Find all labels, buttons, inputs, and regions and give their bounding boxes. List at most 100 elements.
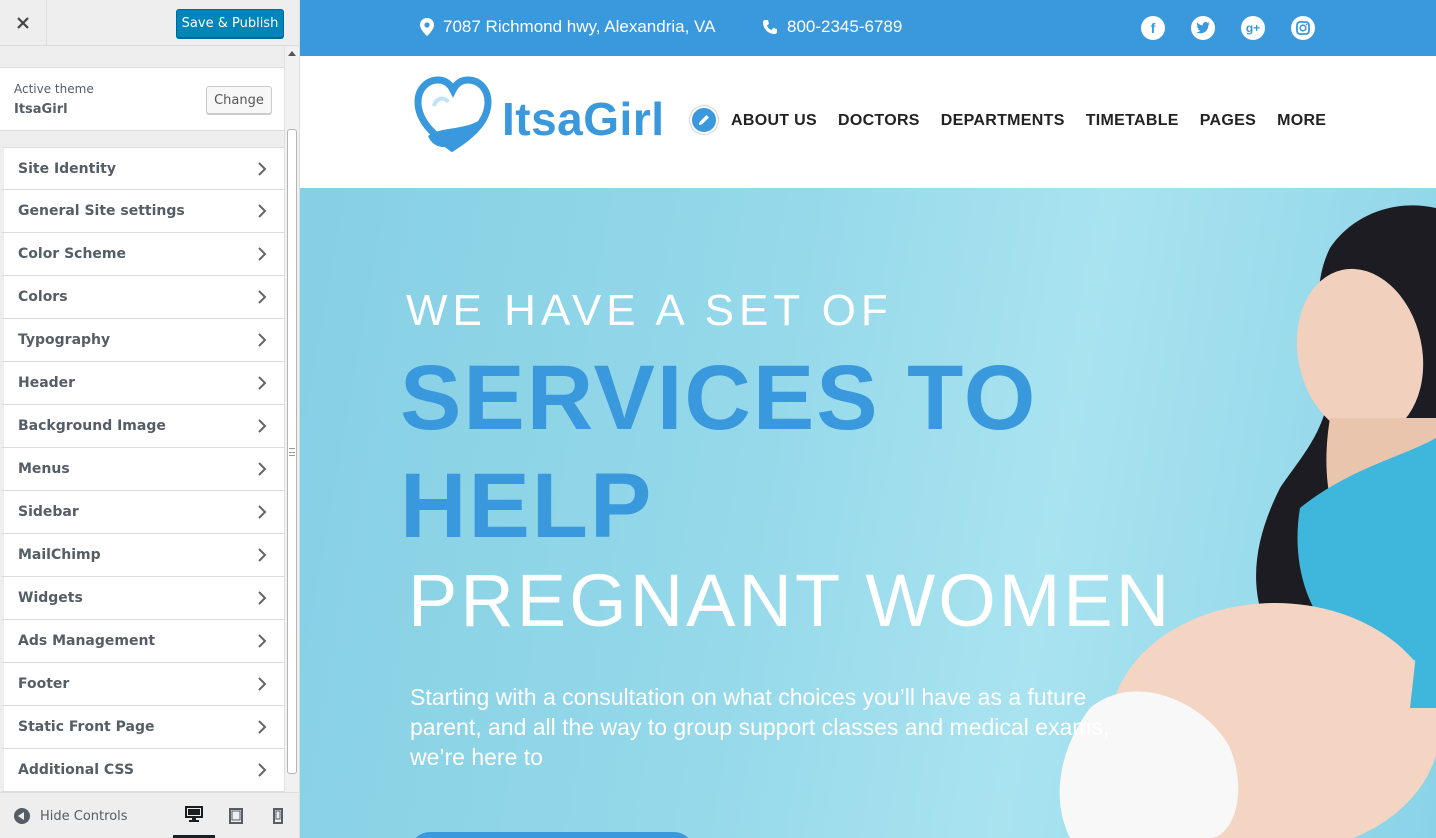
site-navbar: ItsaGirl ABOUT US DOCTORS DEPARTMENTS TI… (300, 56, 1436, 188)
section-label: Typography (18, 332, 111, 348)
close-icon (17, 17, 29, 29)
hide-controls-button[interactable]: Hide Controls (14, 808, 128, 824)
section-site-identity[interactable]: Site Identity (0, 147, 284, 190)
preview-mobile-button[interactable] (257, 793, 299, 838)
section-additional-css[interactable]: Additional CSS (0, 749, 284, 792)
chevron-right-icon (258, 162, 267, 176)
chevron-right-icon (258, 505, 267, 519)
section-label: Static Front Page (18, 719, 155, 735)
contact-phone: 800-2345-6789 (762, 17, 902, 37)
instagram-link[interactable] (1291, 16, 1315, 40)
section-label: Menus (18, 461, 70, 477)
preview-desktop-button[interactable] (173, 793, 215, 838)
hero-banner: WE HAVE A SET OF SERVICES TO HELP PREGNA… (300, 188, 1436, 838)
section-label: Widgets (18, 590, 83, 606)
chevron-right-icon (258, 247, 267, 261)
section-label: Additional CSS (18, 762, 134, 778)
section-label: Colors (18, 289, 68, 305)
map-pin-icon (420, 18, 434, 36)
nav-pages[interactable]: PAGES (1200, 112, 1256, 130)
customizer-header: Save & Publish (0, 0, 299, 46)
chevron-right-icon (258, 462, 267, 476)
chevron-right-icon (258, 634, 267, 648)
section-typography[interactable]: Typography (0, 319, 284, 362)
close-customizer-button[interactable] (0, 0, 47, 46)
customizer-footer: Hide Controls (0, 792, 299, 838)
instagram-icon (1296, 21, 1310, 35)
grip-icon (289, 448, 295, 456)
main-navigation: ABOUT US DOCTORS DEPARTMENTS TIMETABLE P… (731, 112, 1326, 130)
active-theme-caption: Active theme (14, 82, 94, 96)
phone-text: 800-2345-6789 (787, 17, 903, 36)
collapse-arrow-icon (14, 808, 30, 824)
nav-more[interactable]: MORE (1277, 112, 1326, 130)
section-color-scheme[interactable]: Color Scheme (0, 233, 284, 276)
address-text: 7087 Richmond hwy, Alexandria, VA (443, 17, 716, 36)
section-mailchimp[interactable]: MailChimp (0, 534, 284, 577)
nav-timetable[interactable]: TIMETABLE (1086, 112, 1179, 130)
desktop-icon (185, 806, 203, 822)
section-background-image[interactable]: Background Image (0, 405, 284, 448)
chevron-right-icon (258, 204, 267, 218)
google-plus-icon: g+ (1245, 21, 1261, 35)
site-preview: 7087 Richmond hwy, Alexandria, VA 800-23… (300, 0, 1436, 838)
heart-hand-logo-icon (414, 76, 492, 153)
site-topbar: 7087 Richmond hwy, Alexandria, VA 800-23… (300, 0, 1436, 56)
preview-tablet-button[interactable] (215, 793, 257, 838)
tablet-icon (229, 808, 243, 824)
pencil-icon (699, 115, 709, 125)
google-plus-link[interactable]: g+ (1241, 16, 1265, 40)
logo-text: ItsaGirl (502, 93, 665, 145)
section-static-front-page[interactable]: Static Front Page (0, 706, 284, 749)
mobile-icon (273, 808, 283, 824)
hero-subtitle: PREGNANT WOMEN (408, 559, 1173, 642)
chevron-right-icon (258, 419, 267, 433)
section-label: Color Scheme (18, 246, 127, 262)
facebook-icon: f (1150, 20, 1156, 36)
section-label: Sidebar (18, 504, 79, 520)
section-widgets[interactable]: Widgets (0, 577, 284, 620)
hero-description: Starting with a consultation on what cho… (410, 684, 1110, 770)
nav-departments[interactable]: DEPARTMENTS (941, 112, 1065, 130)
section-label: Site Identity (18, 161, 116, 177)
section-sidebar[interactable]: Sidebar (0, 491, 284, 534)
contact-address: 7087 Richmond hwy, Alexandria, VA (420, 17, 715, 37)
nav-doctors[interactable]: DOCTORS (838, 112, 920, 130)
scroll-up-arrow-icon[interactable] (288, 51, 296, 56)
hero-title: SERVICES TO HELP (400, 347, 1038, 557)
section-colors[interactable]: Colors (0, 276, 284, 319)
site-logo[interactable]: ItsaGirl (414, 76, 724, 162)
customizer-panel: Active theme ItsaGirl Change Site Identi… (0, 47, 284, 792)
section-label: MailChimp (18, 547, 101, 563)
hero-cta-button[interactable] (410, 832, 694, 838)
active-theme-name: ItsaGirl (14, 102, 68, 117)
facebook-link[interactable]: f (1141, 16, 1165, 40)
section-label: General Site settings (18, 203, 185, 219)
chevron-right-icon (258, 333, 267, 347)
customizer-section-list: Site Identity General Site settings Colo… (0, 147, 284, 792)
section-header[interactable]: Header (0, 362, 284, 405)
chevron-right-icon (258, 376, 267, 390)
customizer-sidebar: Save & Publish Active theme ItsaGirl Cha… (0, 0, 300, 838)
nav-about-us[interactable]: ABOUT US (731, 112, 817, 130)
twitter-link[interactable] (1191, 16, 1215, 40)
hero-pretitle: WE HAVE A SET OF (406, 286, 893, 335)
scrollbar-thumb[interactable] (287, 129, 297, 774)
section-footer[interactable]: Footer (0, 663, 284, 706)
section-label: Footer (18, 676, 70, 692)
chevron-right-icon (258, 548, 267, 562)
edit-shortcut-button[interactable] (690, 106, 718, 134)
section-label: Ads Management (18, 633, 156, 649)
chevron-right-icon (258, 763, 267, 777)
section-general-site-settings[interactable]: General Site settings (0, 190, 284, 233)
change-theme-button[interactable]: Change (206, 86, 272, 114)
section-menus[interactable]: Menus (0, 448, 284, 491)
chevron-right-icon (258, 677, 267, 691)
chevron-right-icon (258, 290, 267, 304)
sidebar-scrollbar[interactable] (284, 47, 299, 792)
section-ads-management[interactable]: Ads Management (0, 620, 284, 663)
phone-icon (763, 20, 777, 34)
hide-controls-label: Hide Controls (40, 808, 128, 824)
active-theme-box: Active theme ItsaGirl Change (0, 67, 284, 131)
save-publish-button[interactable]: Save & Publish (176, 9, 284, 38)
